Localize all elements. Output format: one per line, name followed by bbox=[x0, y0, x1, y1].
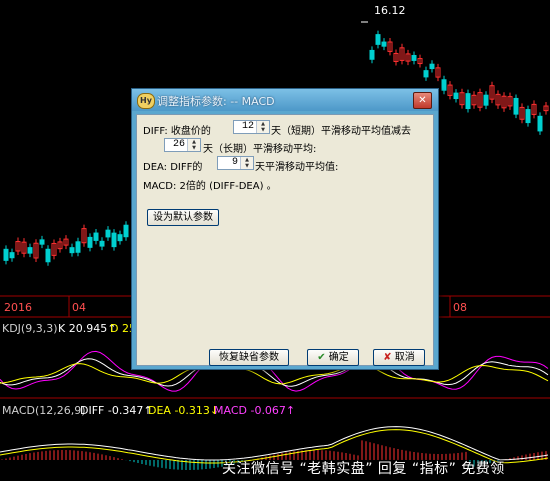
cancel-button[interactable]: ✘ 取消 bbox=[373, 349, 425, 366]
candle-body bbox=[117, 234, 123, 242]
dialog-title: 调整指标参数: -- MACD bbox=[157, 95, 275, 108]
close-button[interactable]: ✕ bbox=[413, 92, 432, 109]
candle-body bbox=[123, 224, 129, 238]
candle-body bbox=[93, 232, 99, 241]
candle-body bbox=[411, 54, 417, 61]
set-default-button[interactable]: 设为默认参数 bbox=[147, 209, 219, 226]
candle-body bbox=[423, 70, 429, 78]
candle-body bbox=[3, 248, 9, 261]
dialog-body: DIFF: 收盘价的 12 ▲ ▼ 天（短期）平滑移动平均值减去 26 ▲ ▼ 天（… bbox=[136, 114, 434, 366]
macd-indicator-label: MACD(12,26,9) bbox=[2, 404, 86, 417]
candle-body bbox=[105, 229, 111, 238]
k-value: K 20.945↑ bbox=[58, 322, 117, 335]
candle-body bbox=[441, 79, 447, 91]
app-logo-icon: Hy bbox=[137, 93, 155, 109]
candle-body bbox=[513, 97, 519, 115]
candle-body bbox=[429, 63, 435, 70]
ok-label: 确定 bbox=[328, 352, 349, 363]
diff-line-suffix: 天（短期）平滑移动平均值减去 bbox=[271, 126, 411, 137]
short-period-value: 12 bbox=[241, 121, 254, 132]
long-period-spinner[interactable]: 26 ▲ ▼ bbox=[164, 138, 201, 152]
long-line-suffix: 天（长期）平滑移动平均: bbox=[203, 144, 317, 155]
candle-body bbox=[9, 252, 15, 259]
diff-value: DIFF -0.347↑ bbox=[80, 404, 153, 417]
dea-line-prefix: DEA: DIFF的 bbox=[143, 162, 203, 173]
candle-body bbox=[369, 49, 375, 60]
macd-value: MACD -0.067↑ bbox=[214, 404, 296, 417]
date-label-04: 04 bbox=[72, 301, 86, 314]
candle-body bbox=[465, 93, 471, 110]
candle-body bbox=[69, 247, 75, 254]
dialog-titlebar[interactable]: Hy 调整指标参数: -- MACD ✕ bbox=[132, 89, 438, 111]
candle-body bbox=[381, 41, 387, 47]
candle-body bbox=[75, 241, 81, 253]
watermark-text: 关注微信号 “老韩实盘” 回复 “指标” 免费领 bbox=[222, 461, 505, 477]
candle-body bbox=[27, 247, 33, 254]
candle-body bbox=[111, 232, 117, 248]
candle-body bbox=[39, 239, 45, 245]
spinner-arrows-icon[interactable]: ▲ ▼ bbox=[187, 139, 200, 151]
spinner-arrows-icon[interactable]: ▲ ▼ bbox=[256, 121, 269, 133]
candle-body bbox=[375, 34, 381, 45]
dea-line-suffix: 天平滑移动平均值: bbox=[255, 162, 339, 173]
short-period-spinner[interactable]: 12 ▲ ▼ bbox=[233, 120, 270, 134]
candle-body bbox=[453, 92, 459, 100]
spinner-arrows-icon[interactable]: ▲ ▼ bbox=[240, 157, 253, 169]
candle-body bbox=[45, 248, 51, 263]
ok-button[interactable]: ✔ 确定 bbox=[307, 349, 359, 366]
candle-body bbox=[537, 115, 543, 132]
cancel-label: 取消 bbox=[394, 352, 415, 363]
dea-value: DEA -0.313↓ bbox=[148, 404, 220, 417]
date-label-2016: 2016 bbox=[4, 301, 32, 314]
kdj-indicator-label: KDJ(9,3,3) bbox=[2, 322, 58, 335]
macd-formula-line: MACD: 2倍的 (DIFF-DEA) 。 bbox=[143, 181, 277, 192]
diff-line-prefix: DIFF: 收盘价的 bbox=[143, 126, 211, 137]
candle-body bbox=[525, 109, 531, 124]
candle-body bbox=[483, 94, 489, 106]
candle-body bbox=[87, 236, 93, 248]
date-label-08: 08 bbox=[453, 301, 467, 314]
adjust-indicator-dialog: Hy 调整指标参数: -- MACD ✕ DIFF: 收盘价的 12 ▲ ▼ 天（… bbox=[131, 88, 439, 370]
price-high-label: 16.12 bbox=[374, 4, 406, 17]
candle-body bbox=[99, 240, 105, 247]
dea-period-spinner[interactable]: 9 ▲ ▼ bbox=[217, 156, 254, 170]
dea-period-value: 9 bbox=[231, 157, 238, 168]
cross-icon: ✘ bbox=[383, 352, 392, 363]
long-period-value: 26 bbox=[172, 139, 185, 150]
restore-default-button[interactable]: 恢复缺省参数 bbox=[209, 349, 289, 366]
checkmark-icon: ✔ bbox=[317, 352, 326, 363]
